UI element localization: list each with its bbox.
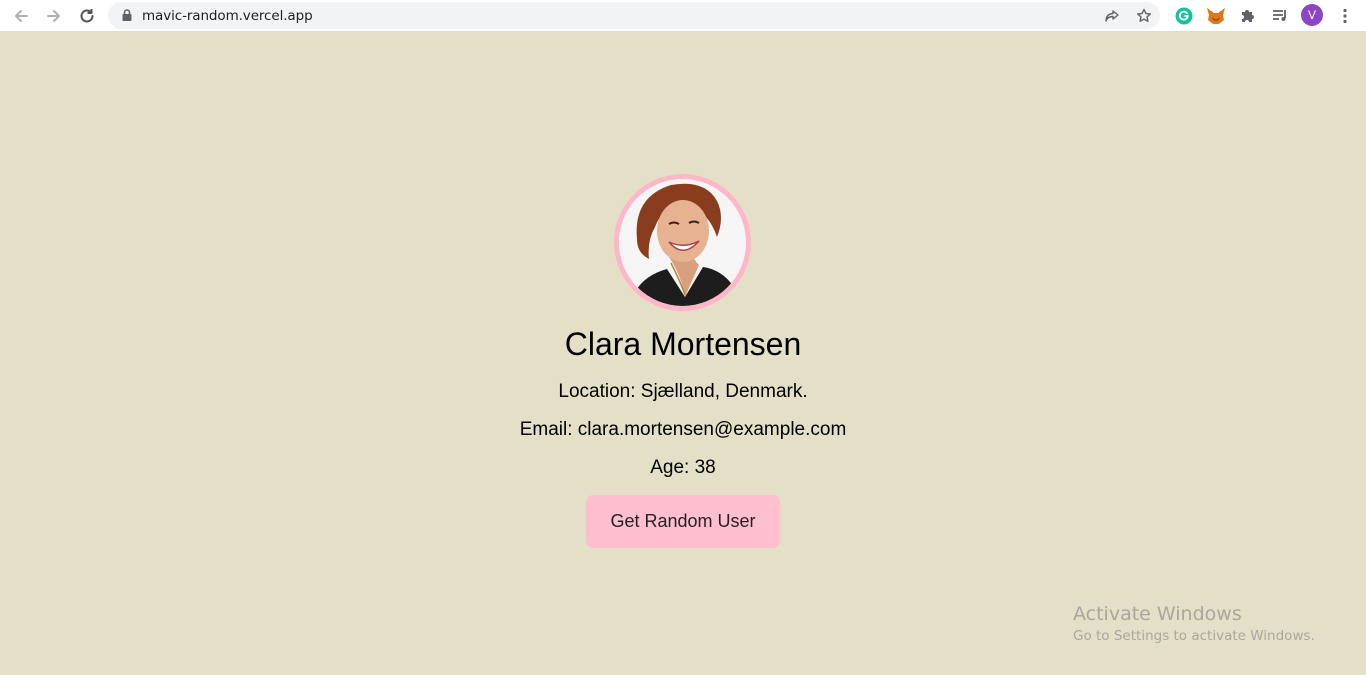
browser-menu-button[interactable]: [1334, 5, 1356, 27]
url-text: mavic-random.vercel.app: [142, 8, 313, 24]
user-email: Email: clara.mortensen@example.com: [519, 419, 847, 440]
fox-icon: [1207, 8, 1225, 24]
grammarly-icon: [1175, 7, 1193, 25]
forward-button[interactable]: [43, 5, 65, 27]
grammarly-extension[interactable]: [1173, 5, 1195, 27]
arrow-right-icon: [47, 10, 60, 22]
get-random-user-button[interactable]: Get Random User: [586, 495, 780, 548]
user-profile-card: Clara Mortensen Location: Sjælland, Denm…: [0, 33, 1366, 675]
metamask-extension[interactable]: [1205, 5, 1227, 27]
playlist-icon: [1273, 10, 1286, 21]
user-photo: [614, 174, 751, 311]
address-bar[interactable]: mavic-random.vercel.app: [108, 2, 1160, 29]
user-age: Age: 38: [650, 457, 716, 478]
media-controls-button[interactable]: [1269, 5, 1291, 27]
user-location: Location: Sjælland, Denmark.: [558, 381, 808, 402]
extensions-button[interactable]: [1237, 5, 1259, 27]
arrow-left-icon: [15, 10, 28, 22]
watermark-subtitle: Go to Settings to activate Windows.: [1073, 628, 1315, 644]
user-name: Clara Mortensen: [564, 326, 802, 362]
reload-icon: [80, 9, 94, 23]
profile-avatar[interactable]: V: [1301, 4, 1323, 26]
reload-button[interactable]: [76, 5, 98, 27]
back-button[interactable]: [10, 5, 32, 27]
windows-activation-watermark: Activate Windows Go to Settings to activ…: [1073, 603, 1315, 644]
star-icon: [1137, 8, 1151, 22]
lock-icon: [122, 9, 132, 21]
browser-toolbar: mavic-random.vercel.app V: [0, 0, 1366, 32]
share-icon: [1105, 10, 1119, 22]
user-portrait-image: [619, 179, 746, 306]
share-button[interactable]: [1102, 6, 1122, 26]
bookmark-button[interactable]: [1134, 6, 1154, 26]
puzzle-icon: [1242, 10, 1254, 22]
watermark-title: Activate Windows: [1073, 603, 1242, 625]
more-vertical-icon: [1343, 8, 1347, 24]
